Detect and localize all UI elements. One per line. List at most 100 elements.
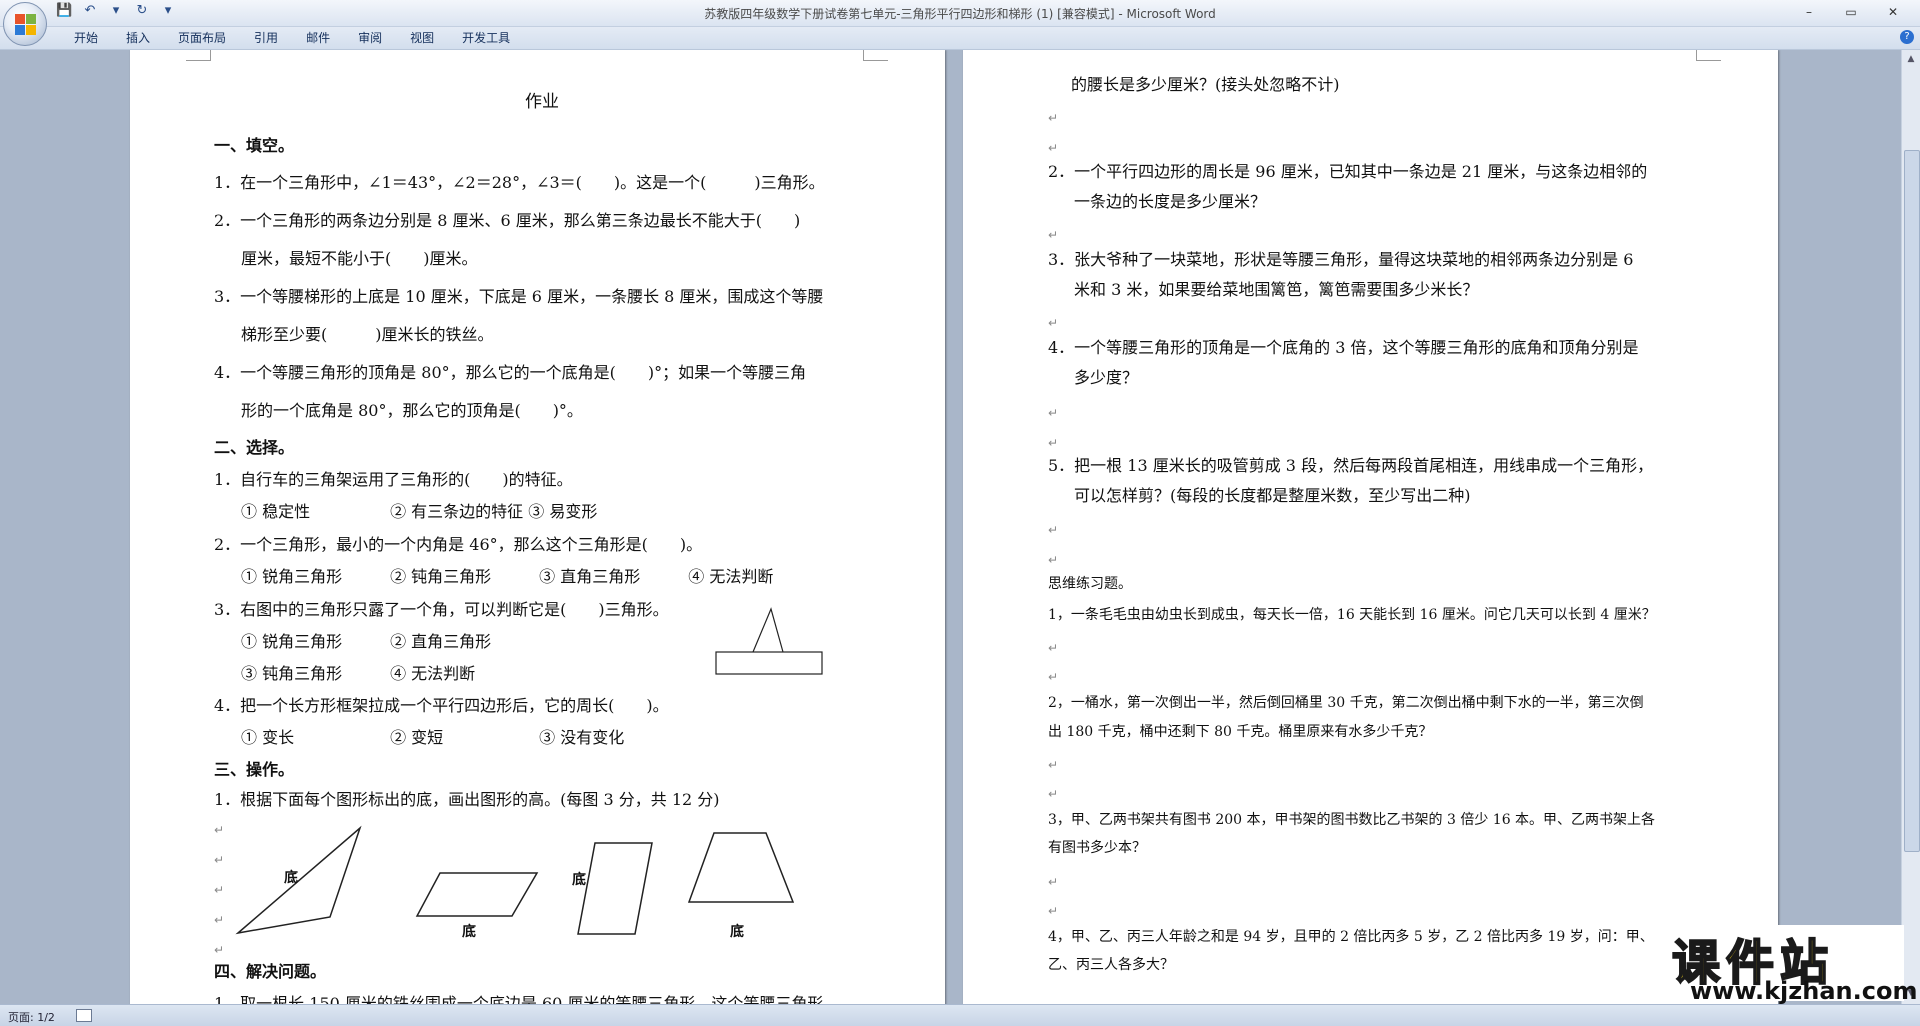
paragraph-mark: ↵: [214, 943, 225, 957]
question-line: 的腰长是多少厘米？(接头处忽略不计): [1071, 75, 1340, 94]
option-line: ③ 钝角三角形 ④ 无法判断: [241, 664, 476, 683]
ribbon-tabs: 开始 插入 页面布局 引用 邮件 审阅 视图 开发工具: [60, 30, 524, 46]
question-line: 有图书多少本？: [1048, 840, 1146, 856]
tab-references[interactable]: 引用: [240, 30, 292, 46]
paragraph-mark: ↵: [1048, 641, 1059, 655]
paragraph-mark: ↵: [1048, 141, 1059, 155]
paragraph-mark: ↵: [1048, 875, 1059, 889]
question-line: 一条边的长度是多少厘米？: [1074, 192, 1267, 211]
section-heading: 四、解决问题。: [214, 962, 327, 981]
base-label: 底: [284, 870, 298, 886]
office-button[interactable]: [3, 2, 47, 46]
partial-triangle-figure: [715, 607, 823, 675]
document-page-1[interactable]: 作业 一、填空。 1．在一个三角形中，∠1＝43°，∠2＝28°，∠3＝( )。…: [130, 50, 945, 1004]
crop-mark: [863, 50, 888, 61]
question-line: 3．右图中的三角形只露了一个角，可以判断它是( )三角形。: [214, 600, 669, 619]
paragraph-mark: ↵: [1048, 523, 1059, 537]
proofing-icon[interactable]: [76, 1009, 92, 1022]
status-bar: 页面: 1/2: [0, 1004, 1920, 1026]
question-line: 4，甲、乙、丙三人年龄之和是 94 岁，且甲的 2 倍比丙多 5 岁，乙 2 倍…: [1048, 929, 1654, 945]
section-heading: 三、操作。: [214, 760, 295, 779]
section-heading: 一、填空。: [214, 136, 295, 155]
option-line: ① 变长 ② 变短 ③ 没有变化: [241, 728, 625, 747]
paragraph-mark: ↵: [1048, 787, 1059, 801]
kjzhan-watermark-logo: 课件站 www.kjzhan.com: [1668, 925, 1917, 1005]
question-line: 米和 3 米，如果要给菜地围篱笆，篱笆需要围多少米长？: [1074, 280, 1479, 299]
paragraph-mark: ↵: [214, 853, 225, 867]
maximize-button[interactable]: ▭: [1830, 2, 1872, 22]
question-line: 1，一条毛毛虫由幼虫长到成虫，每天长一倍，16 天能长到 16 厘米。问它几天可…: [1048, 607, 1656, 623]
question-line: 1．取一根长 150 厘米的铁丝围成一个底边是 60 厘米的等腰三角形，这个等腰…: [214, 994, 824, 1004]
question-line: 3，甲、乙两书架共有图书 200 本，甲书架的图书数比乙书架的 3 倍少 16 …: [1048, 812, 1656, 828]
page-title: 作业: [525, 92, 559, 112]
question-line: 5．把一根 13 厘米长的吸管剪成 3 段，然后每两段首尾相连，用线串成一个三角…: [1048, 456, 1654, 475]
question-line: 1．在一个三角形中，∠1＝43°，∠2＝28°，∠3＝( )。这是一个( )三角…: [214, 173, 825, 192]
question-line: 3．一个等腰梯形的上底是 10 厘米，下底是 6 厘米，一条腰长 8 厘米，围成…: [214, 287, 824, 306]
tab-home[interactable]: 开始: [60, 30, 112, 46]
base-label: 底: [572, 872, 586, 888]
tilted-parallelogram-shape: [577, 842, 653, 935]
trapezoid-shape: [687, 832, 795, 903]
triangle-shape: [235, 825, 362, 935]
question-line: 4．一个等腰三角形的顶角是一个底角的 3 倍，这个等腰三角形的底角和顶角分别是: [1048, 338, 1639, 357]
question-line: 2．一个平行四边形的周长是 96 厘米，已知其中一条边是 21 厘米，与这条边相…: [1048, 162, 1648, 181]
question-line: 1．根据下面每个图形标出的底，画出图形的高。(每图 3 分，共 12 分): [214, 790, 720, 809]
base-label: 底: [462, 924, 476, 940]
parallelogram-shape: [415, 872, 539, 917]
tab-page-layout[interactable]: 页面布局: [164, 30, 240, 46]
question-line: 2．一个三角形的两条边分别是 8 厘米、6 厘米，那么第三条边最长不能大于( ): [214, 211, 801, 230]
question-line: 形的一个底角是 80°，那么它的顶角是( )°。: [241, 401, 583, 420]
question-line: 可以怎样剪？(每段的长度都是整厘米数，至少写出二种): [1074, 486, 1471, 505]
tab-view[interactable]: 视图: [396, 30, 448, 46]
question-line: 4．一个等腰三角形的顶角是 80°，那么它的一个底角是( )°；如果一个等腰三角: [214, 363, 807, 382]
paragraph-mark: ↵: [1048, 316, 1059, 330]
section-heading: 二、选择。: [214, 438, 295, 457]
question-line: 4．把一个长方形框架拉成一个平行四边形后，它的周长( )。: [214, 696, 669, 715]
page-count-status[interactable]: 页面: 1/2: [8, 1009, 55, 1025]
tab-developer[interactable]: 开发工具: [448, 30, 524, 46]
scrollbar-thumb[interactable]: [1904, 150, 1920, 852]
office-logo-icon: [14, 13, 36, 35]
tab-review[interactable]: 审阅: [344, 30, 396, 46]
option-line: ① 锐角三角形 ② 钝角三角形 ③ 直角三角形 ④ 无法判断: [241, 567, 774, 586]
paragraph-mark: ↵: [1048, 758, 1059, 772]
paragraph-mark: ↵: [1048, 406, 1059, 420]
question-line: 厘米，最短不能小于( )厘米。: [241, 249, 478, 268]
option-line: ① 稳定性 ② 有三条边的特征 ③ 易变形: [241, 502, 598, 521]
tab-insert[interactable]: 插入: [112, 30, 164, 46]
paragraph-mark: ↵: [1048, 228, 1059, 242]
paragraph-mark: ↵: [214, 823, 225, 837]
vertical-scrollbar[interactable]: ▲ ▼: [1901, 50, 1920, 1004]
question-line: 梯形至少要( )厘米长的铁丝。: [241, 325, 494, 344]
question-line: 2．一个三角形，最小的一个内角是 46°，那么这个三角形是( )。: [214, 535, 703, 554]
help-icon[interactable]: ?: [1900, 30, 1914, 44]
scroll-up-icon[interactable]: ▲: [1904, 52, 1918, 66]
crop-mark: [1696, 50, 1721, 61]
document-area: 作业 一、填空。 1．在一个三角形中，∠1＝43°，∠2＝28°，∠3＝( )。…: [0, 50, 1902, 1004]
question-line: 2，一桶水，第一次倒出一半，然后倒回桶里 30 千克，第二次倒出桶中剩下水的一半…: [1048, 695, 1644, 711]
question-line: 多少度？: [1074, 368, 1139, 387]
window-controls: – ▭ ✕: [1788, 2, 1914, 22]
watermark-url: www.kjzhan.com: [1690, 977, 1918, 1005]
base-label: 底: [730, 924, 744, 940]
section-heading: 思维练习题。: [1048, 576, 1132, 592]
paragraph-mark: ↵: [1048, 436, 1059, 450]
minimize-button[interactable]: –: [1788, 2, 1830, 22]
paragraph-mark: ↵: [214, 913, 225, 927]
ribbon: 开始 插入 页面布局 引用 邮件 审阅 视图 开发工具 ?: [0, 27, 1920, 50]
paragraph-mark: ↵: [1048, 670, 1059, 684]
paragraph-mark: ↵: [214, 883, 225, 897]
document-page-2[interactable]: 的腰长是多少厘米？(接头处忽略不计) ↵ ↵ 2．一个平行四边形的周长是 96 …: [963, 50, 1778, 1004]
paragraph-mark: ↵: [1048, 111, 1059, 125]
tab-mailings[interactable]: 邮件: [292, 30, 344, 46]
paragraph-mark: ↵: [1048, 553, 1059, 567]
close-button[interactable]: ✕: [1872, 2, 1914, 22]
question-line: 3．张大爷种了一块菜地，形状是等腰三角形，量得这块菜地的相邻两条边分别是 6: [1048, 250, 1634, 269]
paragraph-mark: ↵: [1048, 904, 1059, 918]
question-line: 出 180 千克，桶中还剩下 80 千克。桶里原来有水多少千克？: [1048, 724, 1433, 740]
title-bar: 💾 ↶ ▾ ↻ ▾ 苏教版四年级数学下册试卷第七单元-三角形平行四边形和梯形 (…: [0, 0, 1920, 27]
question-line: 1．自行车的三角架运用了三角形的( )的特征。: [214, 470, 573, 489]
crop-mark: [186, 50, 211, 61]
question-line: 乙、丙三人各多大？: [1048, 957, 1174, 973]
window-title: 苏教版四年级数学下册试卷第七单元-三角形平行四边形和梯形 (1) [兼容模式] …: [704, 7, 1216, 21]
